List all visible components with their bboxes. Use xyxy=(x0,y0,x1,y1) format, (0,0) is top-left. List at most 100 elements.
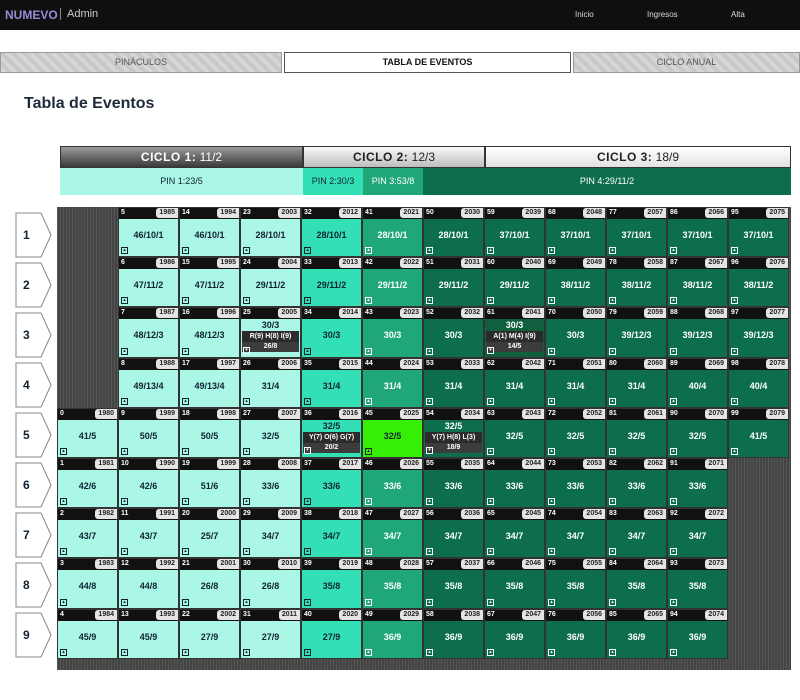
event-cell[interactable]: 69 2049 38/11/2 ▴ xyxy=(545,257,606,308)
expand-icon[interactable]: ▴ xyxy=(304,397,311,405)
expand-icon[interactable]: ▴ xyxy=(365,297,372,305)
expand-icon[interactable]: ▴ xyxy=(426,498,433,506)
event-cell[interactable]: 38 2018 34/7 ▴ xyxy=(301,508,362,559)
expand-icon[interactable]: ▴ xyxy=(670,598,677,606)
expand-icon[interactable]: ▴ xyxy=(426,297,433,305)
event-cell[interactable]: 93 2073 35/8 ▴ xyxy=(667,558,728,609)
expand-icon[interactable]: ▴ xyxy=(365,347,372,355)
expand-icon[interactable]: ▴ xyxy=(609,548,616,556)
tab-tabla-eventos[interactable]: TABLA DE EVENTOS xyxy=(284,52,571,73)
event-cell[interactable]: 59 2039 37/10/1 ▴ xyxy=(484,207,545,258)
event-cell[interactable]: 80 2060 31/4 ▴ xyxy=(606,357,667,408)
expand-icon[interactable]: ▴ xyxy=(304,548,311,556)
nav-ingresos[interactable]: Ingresos xyxy=(647,10,678,19)
expand-icon[interactable]: ▴ xyxy=(304,648,311,656)
event-cell[interactable]: 79 2059 39/12/3 ▴ xyxy=(606,307,667,358)
expand-icon[interactable]: ▴ xyxy=(548,548,555,556)
expand-icon[interactable]: ▴ xyxy=(670,397,677,405)
expand-icon[interactable]: ▾ xyxy=(426,446,433,454)
expand-icon[interactable]: ▴ xyxy=(609,598,616,606)
expand-icon[interactable]: ▴ xyxy=(487,397,494,405)
event-cell[interactable]: 19 1999 51/6 ▴ xyxy=(179,458,240,509)
expand-icon[interactable]: ▴ xyxy=(304,347,311,355)
expand-icon[interactable]: ▴ xyxy=(609,347,616,355)
event-cell[interactable]: 89 2069 40/4 ▴ xyxy=(667,357,728,408)
event-cell[interactable]: 5 1985 46/10/1 ▴ xyxy=(118,207,179,258)
expand-icon[interactable]: ▴ xyxy=(731,397,738,405)
expand-icon[interactable]: ▴ xyxy=(609,297,616,305)
expand-icon[interactable]: ▴ xyxy=(304,598,311,606)
expand-icon[interactable]: ▴ xyxy=(609,397,616,405)
tab-pinaculos[interactable]: PINÁCULOS xyxy=(0,52,282,73)
expand-icon[interactable]: ▴ xyxy=(548,498,555,506)
expand-icon[interactable]: ▴ xyxy=(670,498,677,506)
expand-icon[interactable]: ▴ xyxy=(365,648,372,656)
expand-icon[interactable]: ▴ xyxy=(365,498,372,506)
expand-icon[interactable]: ▴ xyxy=(548,648,555,656)
expand-icon[interactable]: ▴ xyxy=(365,397,372,405)
nav-alta[interactable]: Alta xyxy=(731,10,745,19)
expand-icon[interactable]: ▴ xyxy=(182,648,189,656)
event-cell[interactable]: 88 2068 39/12/3 ▴ xyxy=(667,307,728,358)
nav-inicio[interactable]: Inicio xyxy=(575,10,594,19)
expand-icon[interactable]: ▴ xyxy=(243,297,250,305)
event-cell[interactable]: 29 2009 34/7 ▴ xyxy=(240,508,301,559)
event-cell[interactable]: 16 1996 48/12/3 ▴ xyxy=(179,307,240,358)
event-cell[interactable]: 14 1994 46/10/1 ▴ xyxy=(179,207,240,258)
event-cell[interactable]: 18 1998 50/5 ▴ xyxy=(179,407,240,458)
expand-icon[interactable]: ▴ xyxy=(243,397,250,405)
event-cell[interactable]: 56 2036 34/7 ▴ xyxy=(423,508,484,559)
event-cell[interactable]: 84 2064 35/8 ▴ xyxy=(606,558,667,609)
event-cell[interactable]: 13 1993 45/9 ▴ xyxy=(118,608,179,659)
expand-icon[interactable]: ▴ xyxy=(426,598,433,606)
event-cell[interactable]: 24 2004 29/11/2 ▴ xyxy=(240,257,301,308)
event-cell[interactable]: 23 2003 28/10/1 ▴ xyxy=(240,207,301,258)
expand-icon[interactable]: ▴ xyxy=(60,498,67,506)
event-cell[interactable]: 20 2000 25/7 ▴ xyxy=(179,508,240,559)
event-cell[interactable]: 15 1995 47/11/2 ▴ xyxy=(179,257,240,308)
expand-icon[interactable]: ▴ xyxy=(60,648,67,656)
event-cell[interactable]: 11 1991 43/7 ▴ xyxy=(118,508,179,559)
event-cell[interactable]: 0 1980 41/5 ▴ xyxy=(57,407,118,458)
expand-icon[interactable]: ▴ xyxy=(487,598,494,606)
expand-icon[interactable]: ▴ xyxy=(731,247,738,255)
event-cell[interactable]: 51 2031 29/11/2 ▴ xyxy=(423,257,484,308)
expand-icon[interactable]: ▴ xyxy=(426,548,433,556)
tab-ciclo-anual[interactable]: CICLO ANUAL xyxy=(573,52,800,73)
event-cell[interactable]: 26 2006 31/4 ▴ xyxy=(240,357,301,408)
expand-icon[interactable]: ▴ xyxy=(60,447,67,455)
event-cell[interactable]: 75 2055 35/8 ▴ xyxy=(545,558,606,609)
event-cell[interactable]: 76 2056 36/9 ▴ xyxy=(545,608,606,659)
expand-icon[interactable]: ▴ xyxy=(121,598,128,606)
event-cell[interactable]: 55 2035 33/6 ▴ xyxy=(423,458,484,509)
event-cell[interactable]: 86 2066 37/10/1 ▴ xyxy=(667,207,728,258)
expand-icon[interactable]: ▴ xyxy=(731,447,738,455)
event-cell[interactable]: 44 2024 31/4 ▴ xyxy=(362,357,423,408)
event-cell[interactable]: 83 2063 34/7 ▴ xyxy=(606,508,667,559)
expand-icon[interactable]: ▴ xyxy=(60,598,67,606)
expand-icon[interactable]: ▴ xyxy=(365,447,372,455)
event-cell[interactable]: 2 1982 43/7 ▴ xyxy=(57,508,118,559)
expand-icon[interactable]: ▴ xyxy=(548,397,555,405)
expand-icon[interactable]: ▴ xyxy=(670,648,677,656)
event-cell[interactable]: 6 1986 47/11/2 ▴ xyxy=(118,257,179,308)
expand-icon[interactable]: ▴ xyxy=(670,247,677,255)
event-cell[interactable]: 36 2016 32/5 Y(7) O(6) G(7) 20/2 ▾ xyxy=(301,407,362,458)
expand-icon[interactable]: ▾ xyxy=(487,346,494,354)
event-cell[interactable]: 87 2067 38/11/2 ▴ xyxy=(667,257,728,308)
event-cell[interactable]: 45 2025 32/5 ▴ xyxy=(362,407,423,458)
expand-icon[interactable]: ▴ xyxy=(487,297,494,305)
expand-icon[interactable]: ▴ xyxy=(548,297,555,305)
expand-icon[interactable]: ▴ xyxy=(731,347,738,355)
event-cell[interactable]: 40 2020 27/9 ▴ xyxy=(301,608,362,659)
expand-icon[interactable]: ▴ xyxy=(243,498,250,506)
expand-icon[interactable]: ▴ xyxy=(548,247,555,255)
event-cell[interactable]: 28 2008 33/6 ▴ xyxy=(240,458,301,509)
expand-icon[interactable]: ▴ xyxy=(487,498,494,506)
event-cell[interactable]: 73 2053 33/6 ▴ xyxy=(545,458,606,509)
expand-icon[interactable]: ▴ xyxy=(243,648,250,656)
event-cell[interactable]: 70 2050 30/3 ▴ xyxy=(545,307,606,358)
event-cell[interactable]: 82 2062 33/6 ▴ xyxy=(606,458,667,509)
event-cell[interactable]: 3 1983 44/8 ▴ xyxy=(57,558,118,609)
event-cell[interactable]: 31 2011 27/9 ▴ xyxy=(240,608,301,659)
